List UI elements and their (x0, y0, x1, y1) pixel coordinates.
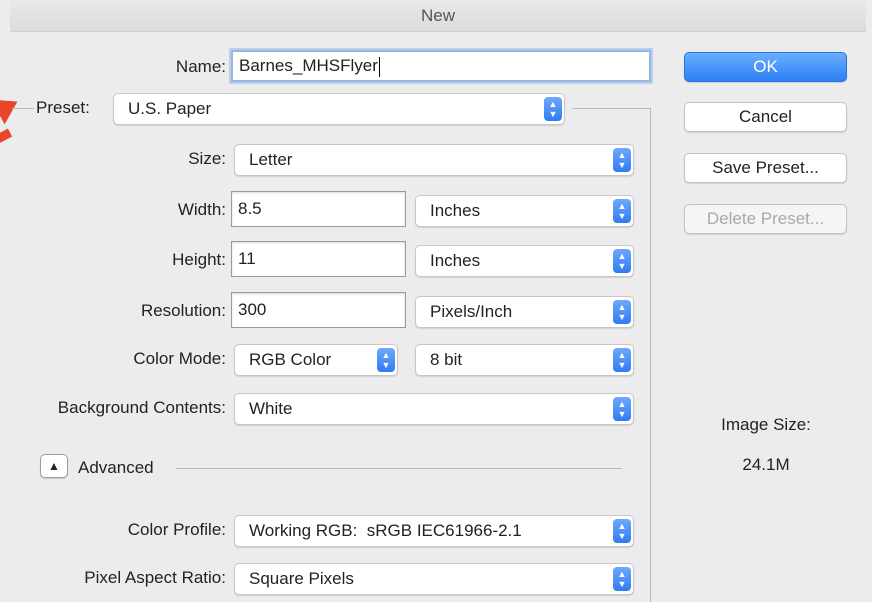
name-value: Barnes_MHSFlyer (239, 56, 378, 75)
color-profile-value: Working RGB: sRGB IEC61966-2.1 (249, 521, 522, 540)
advanced-divider (176, 468, 622, 469)
background-contents-stepper-icon: ▲ ▼ (613, 397, 631, 421)
pixel-aspect-ratio-value: Square Pixels (249, 569, 354, 588)
new-document-dialog: Name: Barnes_MHSFlyer Preset: U.S. Paper… (10, 32, 866, 602)
advanced-label: Advanced (78, 458, 154, 477)
background-contents-value: White (249, 399, 293, 418)
width-unit-stepper-icon: ▲ ▼ (613, 199, 631, 223)
background-contents-select[interactable]: White ▲ ▼ (234, 393, 634, 425)
height-unit-value: Inches (430, 251, 481, 270)
color-mode-value: RGB Color (249, 350, 332, 369)
bit-depth-value: 8 bit (430, 350, 463, 369)
size-stepper-icon: ▲ ▼ (613, 148, 631, 172)
resolution-label: Resolution: (140, 301, 226, 320)
color-profile-select[interactable]: Working RGB: sRGB IEC61966-2.1 ▲ ▼ (234, 515, 634, 547)
resolution-unit-stepper-icon: ▲ ▼ (613, 300, 631, 324)
height-unit-select[interactable]: Inches ▲ ▼ (415, 245, 634, 277)
preset-label: Preset: (36, 98, 90, 117)
width-value: 8.5 (238, 199, 262, 218)
height-label: Height: (172, 250, 226, 269)
pixel-aspect-ratio-select[interactable]: Square Pixels ▲ ▼ (234, 563, 634, 595)
delete-preset-button[interactable]: Delete Preset... (684, 204, 847, 234)
size-value: Letter (249, 150, 293, 169)
resolution-unit-select[interactable]: Pixels/Inch ▲ ▼ (415, 296, 634, 328)
name-field[interactable]: Barnes_MHSFlyer (231, 50, 651, 82)
size-select[interactable]: Letter ▲ ▼ (234, 144, 634, 176)
width-unit-select[interactable]: Inches ▲ ▼ (415, 195, 634, 227)
preset-group-line-vertical (650, 108, 651, 602)
preset-stepper-icon: ▲ ▼ (544, 97, 562, 121)
color-profile-stepper-icon: ▲ ▼ (613, 519, 631, 543)
pixel-aspect-ratio-stepper-icon: ▲ ▼ (613, 567, 631, 591)
height-value: 11 (238, 249, 256, 268)
image-size-label: Image Size: (721, 415, 811, 434)
bit-depth-stepper-icon: ▲ ▼ (613, 348, 631, 372)
resolution-field[interactable]: 300 (231, 292, 406, 328)
triangle-up-icon: ▲ (48, 459, 60, 473)
background-contents-label: Background Contents: (57, 398, 226, 417)
color-profile-label: Color Profile: (127, 520, 226, 539)
width-unit-value: Inches (430, 201, 481, 220)
resolution-value: 300 (238, 300, 267, 319)
ok-button[interactable]: OK (684, 52, 847, 82)
color-mode-label: Color Mode: (133, 349, 226, 368)
width-field[interactable]: 8.5 (231, 191, 406, 227)
preset-group-line-right (572, 108, 650, 109)
preset-value: U.S. Paper (128, 99, 212, 118)
color-mode-select[interactable]: RGB Color ▲ ▼ (234, 344, 398, 376)
color-mode-stepper-icon: ▲ ▼ (377, 348, 395, 372)
advanced-toggle-button[interactable]: ▲ (40, 454, 68, 478)
bit-depth-select[interactable]: 8 bit ▲ ▼ (415, 344, 634, 376)
height-unit-stepper-icon: ▲ ▼ (613, 249, 631, 273)
name-label: Name: (175, 57, 226, 76)
cancel-button[interactable]: Cancel (684, 102, 847, 132)
image-size-value: 24.1M (742, 455, 790, 474)
resolution-unit-value: Pixels/Inch (430, 302, 513, 321)
text-caret (378, 56, 380, 77)
window-title: New (10, 0, 866, 32)
width-label: Width: (177, 200, 226, 219)
pixel-aspect-ratio-label: Pixel Aspect Ratio: (84, 568, 226, 587)
size-label: Size: (188, 149, 226, 168)
save-preset-button[interactable]: Save Preset... (684, 153, 847, 183)
height-field[interactable]: 11 (231, 241, 406, 277)
preset-select[interactable]: U.S. Paper ▲ ▼ (113, 93, 565, 125)
preset-group-line-left (12, 108, 34, 109)
